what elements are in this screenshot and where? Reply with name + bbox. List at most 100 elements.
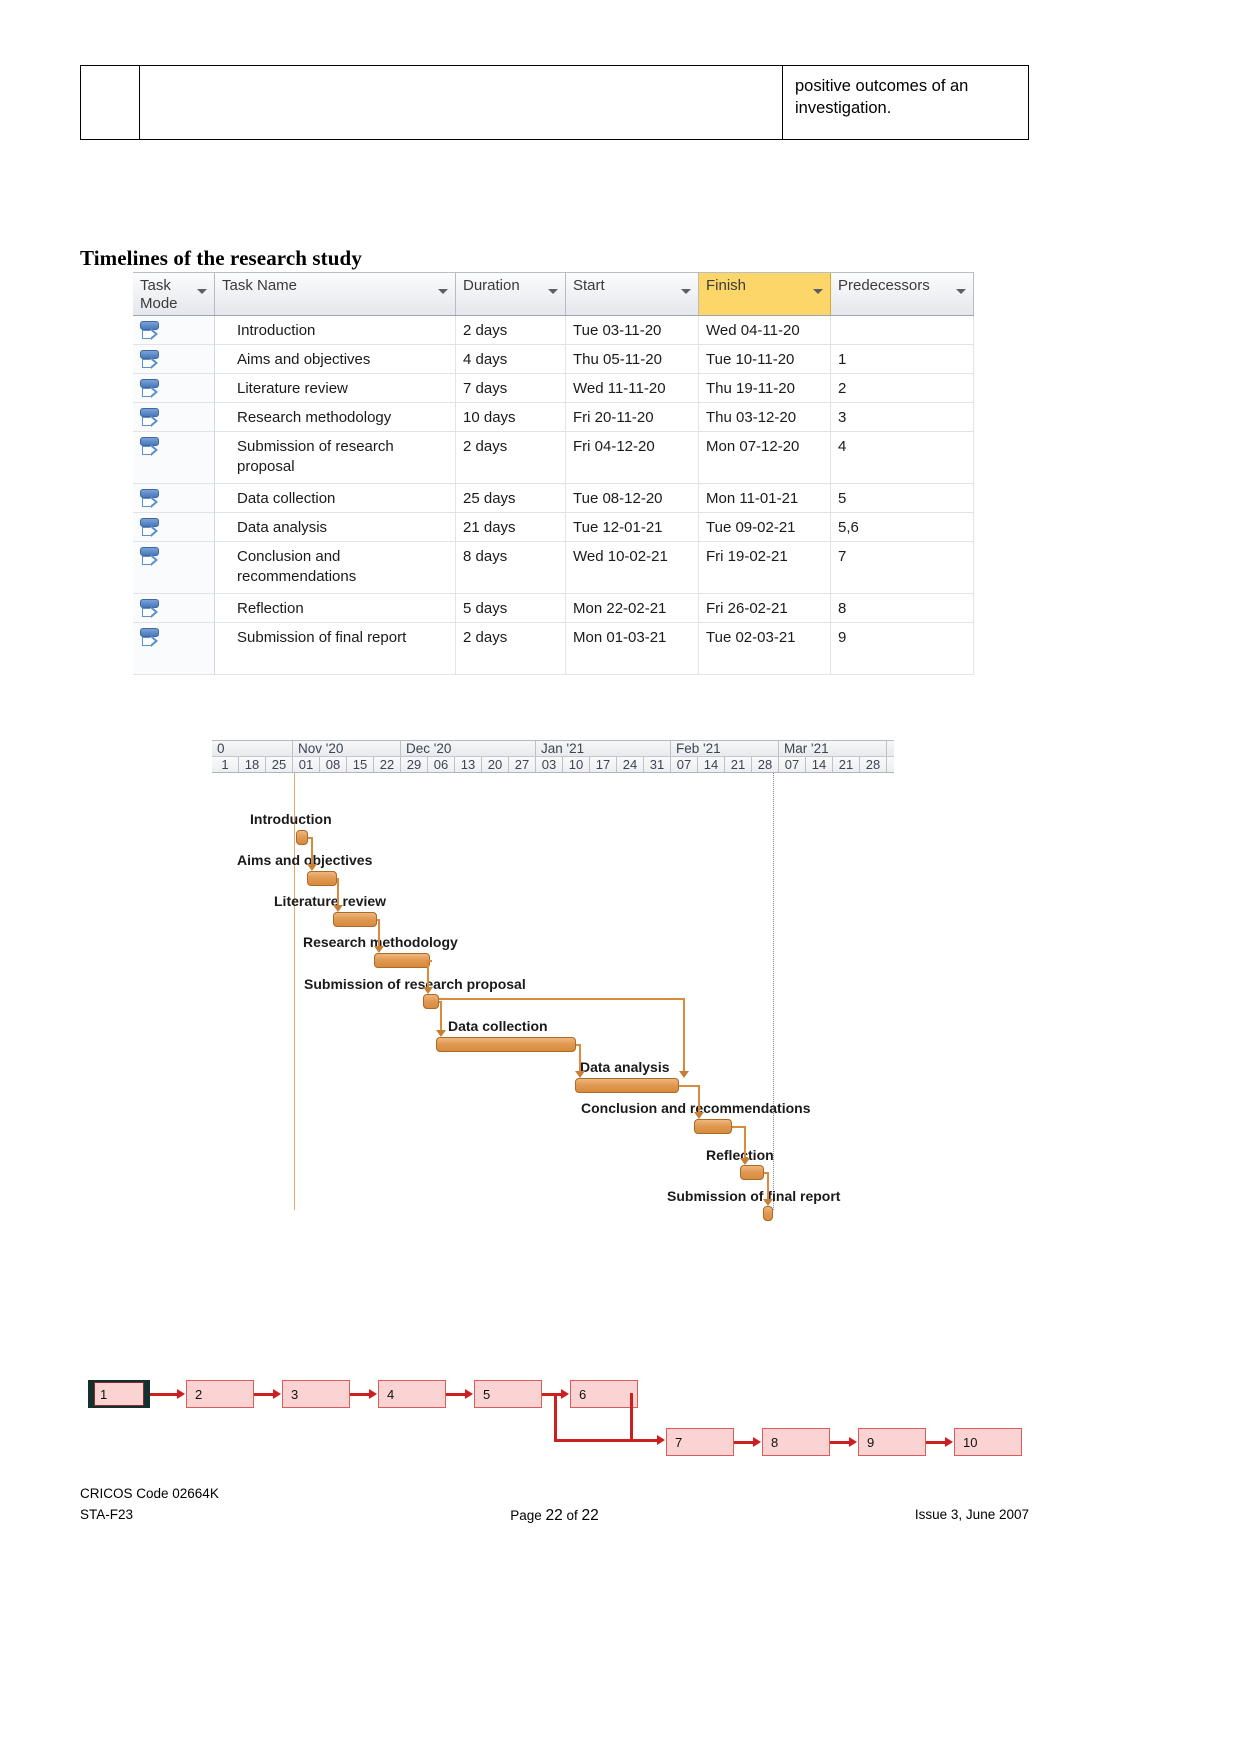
network-node[interactable]: 1	[88, 1380, 150, 1408]
network-node[interactable]: 6	[570, 1380, 638, 1408]
network-node[interactable]: 9	[858, 1428, 926, 1456]
chevron-down-icon[interactable]	[438, 289, 448, 294]
cell-duration[interactable]: 25 days	[456, 484, 566, 513]
cell-task-mode[interactable]	[133, 316, 215, 345]
cell-duration[interactable]: 2 days	[456, 432, 566, 484]
table-row[interactable]: Aims and objectives 4 days Thu 05-11-20 Tue…	[133, 345, 974, 374]
cell-predecessors[interactable]: 9	[831, 623, 974, 675]
cell-predecessors[interactable]: 2	[831, 374, 974, 403]
cell-task-name[interactable]: Reflection	[215, 594, 456, 623]
cell-start[interactable]: Mon 01-03-21	[566, 623, 699, 675]
cell-finish[interactable]: Tue 02-03-21	[699, 623, 831, 675]
table-row[interactable]: Research methodology 10 days Fri 20-11-20 T…	[133, 403, 974, 432]
cell-duration[interactable]: 5 days	[456, 594, 566, 623]
chevron-down-icon[interactable]	[813, 289, 823, 294]
auto-schedule-icon[interactable]	[139, 546, 161, 568]
gantt-task-bar[interactable]	[423, 994, 439, 1009]
gantt-task-bar[interactable]	[374, 953, 430, 968]
cell-start[interactable]: Wed 11-11-20	[566, 374, 699, 403]
cell-task-name[interactable]: Conclusion and recommendations	[215, 542, 456, 594]
cell-start[interactable]: Tue 03-11-20	[566, 316, 699, 345]
auto-schedule-icon[interactable]	[139, 488, 161, 510]
cell-predecessors[interactable]: 1	[831, 345, 974, 374]
network-node[interactable]: 10	[954, 1428, 1022, 1456]
gantt-task-bar[interactable]	[694, 1119, 732, 1134]
cell-duration[interactable]: 7 days	[456, 374, 566, 403]
gantt-task-bar[interactable]	[333, 912, 377, 927]
column-header-finish[interactable]: Finish	[699, 273, 831, 315]
cell-task-mode[interactable]	[133, 484, 215, 513]
table-row[interactable]: Reflection 5 days Mon 22-02-21 Fri 26-02-21…	[133, 594, 974, 623]
auto-schedule-icon[interactable]	[139, 598, 161, 620]
cell-task-mode[interactable]	[133, 432, 215, 484]
auto-schedule-icon[interactable]	[139, 378, 161, 400]
cell-start[interactable]: Wed 10-02-21	[566, 542, 699, 594]
table-row[interactable]: Submission of final report 2 days Mon 01-0…	[133, 623, 974, 675]
cell-predecessors[interactable]: 7	[831, 542, 974, 594]
cell-task-mode[interactable]	[133, 594, 215, 623]
auto-schedule-icon[interactable]	[139, 349, 161, 371]
cell-duration[interactable]: 2 days	[456, 623, 566, 675]
table-row[interactable]: Data collection 25 days Tue 08-12-20 Mon 11…	[133, 484, 974, 513]
cell-finish[interactable]: Tue 09-02-21	[699, 513, 831, 542]
cell-finish[interactable]: Thu 19-11-20	[699, 374, 831, 403]
cell-task-name[interactable]: Data collection	[215, 484, 456, 513]
table-row[interactable]: Introduction 2 days Tue 03-11-20 Wed 04-11-…	[133, 316, 974, 345]
cell-predecessors[interactable]: 5	[831, 484, 974, 513]
cell-task-name[interactable]: Submission of final report	[215, 623, 456, 675]
column-header-duration[interactable]: Duration	[456, 273, 566, 315]
auto-schedule-icon[interactable]	[139, 627, 161, 649]
cell-start[interactable]: Tue 08-12-20	[566, 484, 699, 513]
auto-schedule-icon[interactable]	[139, 517, 161, 539]
cell-finish[interactable]: Wed 04-11-20	[699, 316, 831, 345]
cell-duration[interactable]: 21 days	[456, 513, 566, 542]
gantt-task-bar[interactable]	[296, 830, 308, 845]
cell-duration[interactable]: 10 days	[456, 403, 566, 432]
auto-schedule-icon[interactable]	[139, 407, 161, 429]
cell-finish[interactable]: Mon 11-01-21	[699, 484, 831, 513]
cell-finish[interactable]: Mon 07-12-20	[699, 432, 831, 484]
chevron-down-icon[interactable]	[548, 289, 558, 294]
gantt-task-bar[interactable]	[307, 871, 337, 886]
chevron-down-icon[interactable]	[956, 289, 966, 294]
network-node[interactable]: 8	[762, 1428, 830, 1456]
cell-task-mode[interactable]	[133, 513, 215, 542]
auto-schedule-icon[interactable]	[139, 320, 161, 342]
cell-finish[interactable]: Fri 19-02-21	[699, 542, 831, 594]
column-header-predecessors[interactable]: Predecessors	[831, 273, 974, 315]
cell-start[interactable]: Fri 20-11-20	[566, 403, 699, 432]
network-node[interactable]: 2	[186, 1380, 254, 1408]
cell-predecessors[interactable]: 3	[831, 403, 974, 432]
gantt-task-bar[interactable]	[575, 1078, 679, 1093]
cell-task-name[interactable]: Research methodology	[215, 403, 456, 432]
cell-task-mode[interactable]	[133, 345, 215, 374]
cell-finish[interactable]: Thu 03-12-20	[699, 403, 831, 432]
gantt-task-bar[interactable]	[436, 1037, 576, 1052]
chevron-down-icon[interactable]	[681, 289, 691, 294]
cell-task-mode[interactable]	[133, 374, 215, 403]
cell-task-name[interactable]: Introduction	[215, 316, 456, 345]
network-node[interactable]: 5	[474, 1380, 542, 1408]
cell-task-mode[interactable]	[133, 623, 215, 675]
cell-task-name[interactable]: Aims and objectives	[215, 345, 456, 374]
cell-task-name[interactable]: Submission of research proposal	[215, 432, 456, 484]
auto-schedule-icon[interactable]	[139, 436, 161, 458]
cell-task-mode[interactable]	[133, 403, 215, 432]
cell-duration[interactable]: 2 days	[456, 316, 566, 345]
cell-finish[interactable]: Fri 26-02-21	[699, 594, 831, 623]
table-row[interactable]: Submission of research proposal 2 days Fri…	[133, 432, 974, 484]
cell-predecessors[interactable]: 5,6	[831, 513, 974, 542]
cell-task-name[interactable]: Data analysis	[215, 513, 456, 542]
cell-start[interactable]: Fri 04-12-20	[566, 432, 699, 484]
network-node[interactable]: 3	[282, 1380, 350, 1408]
cell-predecessors[interactable]: 8	[831, 594, 974, 623]
chevron-down-icon[interactable]	[197, 289, 207, 294]
cell-predecessors[interactable]	[831, 316, 974, 345]
column-header-start[interactable]: Start	[566, 273, 699, 315]
cell-predecessors[interactable]: 4	[831, 432, 974, 484]
cell-duration[interactable]: 4 days	[456, 345, 566, 374]
cell-finish[interactable]: Tue 10-11-20	[699, 345, 831, 374]
gantt-task-bar[interactable]	[763, 1206, 773, 1221]
cell-start[interactable]: Tue 12-01-21	[566, 513, 699, 542]
table-row[interactable]: Conclusion and recommendations 8 days Wed …	[133, 542, 974, 594]
